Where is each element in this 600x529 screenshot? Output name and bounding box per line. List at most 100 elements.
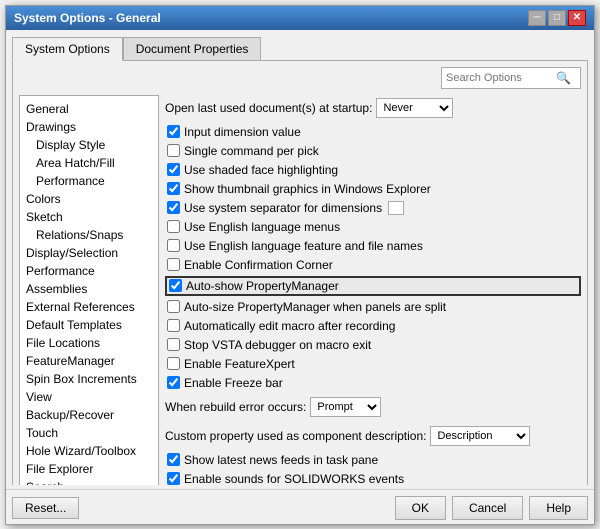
dialog-title: System Options - General [14,11,161,25]
tree-item-assemblies[interactable]: Assemblies [20,280,158,298]
system-options-dialog: System Options - General ─ □ ✕ System Op… [5,5,595,525]
checkbox-row-english-features: Use English language feature and file na… [165,238,581,254]
options-panel: Open last used document(s) at startup: N… [165,95,581,485]
checkbox-row-separator: Use system separator for dimensions [165,200,581,216]
tree-item-feature-manager[interactable]: FeatureManager [20,352,158,370]
featurexpert-label[interactable]: Enable FeatureXpert [184,357,295,371]
tree-item-relations-snaps[interactable]: Relations/Snaps [20,226,158,244]
checkbox-row-shaded-face: Use shaded face highlighting [165,162,581,178]
tree-item-default-templates[interactable]: Default Templates [20,316,158,334]
title-bar-controls: ─ □ ✕ [528,10,586,26]
bottom-bar: Reset... OK Cancel Help [6,489,594,524]
maximize-button[interactable]: □ [548,10,566,26]
tab-document-properties[interactable]: Document Properties [123,37,262,61]
rebuild-label: When rebuild error occurs: [165,400,306,414]
minimize-button[interactable]: ─ [528,10,546,26]
open-last-label: Open last used document(s) at startup: [165,101,372,115]
confirm-corner-checkbox[interactable] [167,258,180,271]
edit-macro-label[interactable]: Automatically edit macro after recording [184,319,395,333]
freeze-bar-label[interactable]: Enable Freeze bar [184,376,283,390]
english-menus-label[interactable]: Use English language menus [184,220,340,234]
english-features-checkbox[interactable] [167,239,180,252]
rebuild-error-dropdown[interactable]: Prompt Stop Continue [310,397,381,417]
single-command-label[interactable]: Single command per pick [184,144,319,158]
tree-item-external-references[interactable]: External References [20,298,158,316]
ok-button[interactable]: OK [395,496,446,520]
checkbox-row-sounds: Enable sounds for SOLIDWORKS events [165,471,581,485]
custom-prop-row: Custom property used as component descri… [165,426,581,446]
checkbox-row-auto-size-pm: Auto-size PropertyManager when panels ar… [165,299,581,315]
confirm-corner-label[interactable]: Enable Confirmation Corner [184,258,333,272]
reset-button[interactable]: Reset... [12,497,79,519]
thumbnail-label[interactable]: Show thumbnail graphics in Windows Explo… [184,182,431,196]
tree-item-touch[interactable]: Touch [20,424,158,442]
shaded-face-label[interactable]: Use shaded face highlighting [184,163,338,177]
ok-cancel-bar: OK Cancel Help [395,496,588,520]
thumbnail-checkbox[interactable] [167,182,180,195]
tree-item-file-locations[interactable]: File Locations [20,334,158,352]
tree-item-spin-box[interactable]: Spin Box Increments [20,370,158,388]
tree-item-area-hatch[interactable]: Area Hatch/Fill [20,154,158,172]
cancel-button[interactable]: Cancel [452,496,523,520]
english-menus-checkbox[interactable] [167,220,180,233]
checkbox-row-input-dim: Input dimension value [165,124,581,140]
tree-item-hole-wizard[interactable]: Hole Wizard/Toolbox [20,442,158,460]
tree-item-performance[interactable]: Performance [20,262,158,280]
auto-show-pm-checkbox[interactable] [169,279,182,292]
auto-show-pm-label[interactable]: Auto-show PropertyManager [186,279,339,293]
tree-item-sketch[interactable]: Sketch [20,208,158,226]
open-last-dropdown[interactable]: Never Read-only Prompt [376,98,453,118]
input-dimension-label[interactable]: Input dimension value [184,125,301,139]
tree-item-search[interactable]: Search [20,478,158,485]
custom-prop-label: Custom property used as component descri… [165,429,426,443]
featurexpert-checkbox[interactable] [167,357,180,370]
close-button[interactable]: ✕ [568,10,586,26]
help-button[interactable]: Help [529,496,588,520]
sounds-checkbox[interactable] [167,472,180,485]
checkbox-row-single-cmd: Single command per pick [165,143,581,159]
custom-prop-dropdown[interactable]: Description Component Reference Part Num… [430,426,530,446]
edit-macro-checkbox[interactable] [167,319,180,332]
auto-size-pm-label[interactable]: Auto-size PropertyManager when panels ar… [184,300,446,314]
search-input[interactable] [446,72,556,84]
checkbox-row-freeze-bar: Enable Freeze bar [165,375,581,391]
stop-vsta-label[interactable]: Stop VSTA debugger on macro exit [184,338,371,352]
tree-item-display-style[interactable]: Display Style [20,136,158,154]
checkbox-row-edit-macro: Automatically edit macro after recording [165,318,581,334]
dialog-content: System Options Document Properties 🔍 Gen… [6,30,594,485]
tree-item-general[interactable]: General [20,100,158,118]
open-last-row: Open last used document(s) at startup: N… [165,98,581,118]
tree-item-colors[interactable]: Colors [20,190,158,208]
checkbox-row-auto-show-pm: Auto-show PropertyManager [165,276,581,296]
tree-item-file-explorer[interactable]: File Explorer [20,460,158,478]
tab-bar: System Options Document Properties [12,36,588,60]
checkbox-row-thumbnail: Show thumbnail graphics in Windows Explo… [165,181,581,197]
separator-label[interactable]: Use system separator for dimensions [184,201,382,215]
shaded-face-checkbox[interactable] [167,163,180,176]
separator-checkbox[interactable] [167,201,180,214]
checkbox-row-confirm-corner: Enable Confirmation Corner [165,257,581,273]
search-bar: 🔍 [441,67,581,89]
tree-item-display-selection[interactable]: Display/Selection [20,244,158,262]
main-panel: 🔍 General Drawings Display Style Area Ha… [12,60,588,485]
tree-item-view[interactable]: View [20,388,158,406]
freeze-bar-checkbox[interactable] [167,376,180,389]
single-command-checkbox[interactable] [167,144,180,157]
sounds-label[interactable]: Enable sounds for SOLIDWORKS events [184,472,404,485]
input-dimension-checkbox[interactable] [167,125,180,138]
search-icon: 🔍 [556,71,571,85]
tree-panel: General Drawings Display Style Area Hatc… [19,95,159,485]
stop-vsta-checkbox[interactable] [167,338,180,351]
tree-item-backup[interactable]: Backup/Recover [20,406,158,424]
news-feeds-checkbox[interactable] [167,453,180,466]
news-feeds-label[interactable]: Show latest news feeds in task pane [184,453,378,467]
tree-item-performance-drawings[interactable]: Performance [20,172,158,190]
title-bar: System Options - General ─ □ ✕ [6,6,594,30]
checkbox-row-news-feeds: Show latest news feeds in task pane [165,452,581,468]
tab-system-options[interactable]: System Options [12,37,123,61]
checkbox-row-english-menus: Use English language menus [165,219,581,235]
content-area: General Drawings Display Style Area Hatc… [19,95,581,485]
english-features-label[interactable]: Use English language feature and file na… [184,239,423,253]
auto-size-pm-checkbox[interactable] [167,300,180,313]
tree-item-drawings[interactable]: Drawings [20,118,158,136]
